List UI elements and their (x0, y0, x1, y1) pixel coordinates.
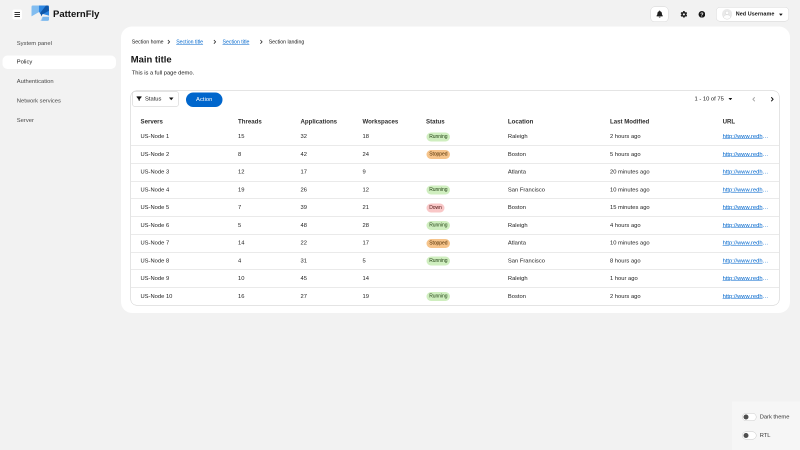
svg-text:?: ? (700, 12, 703, 18)
